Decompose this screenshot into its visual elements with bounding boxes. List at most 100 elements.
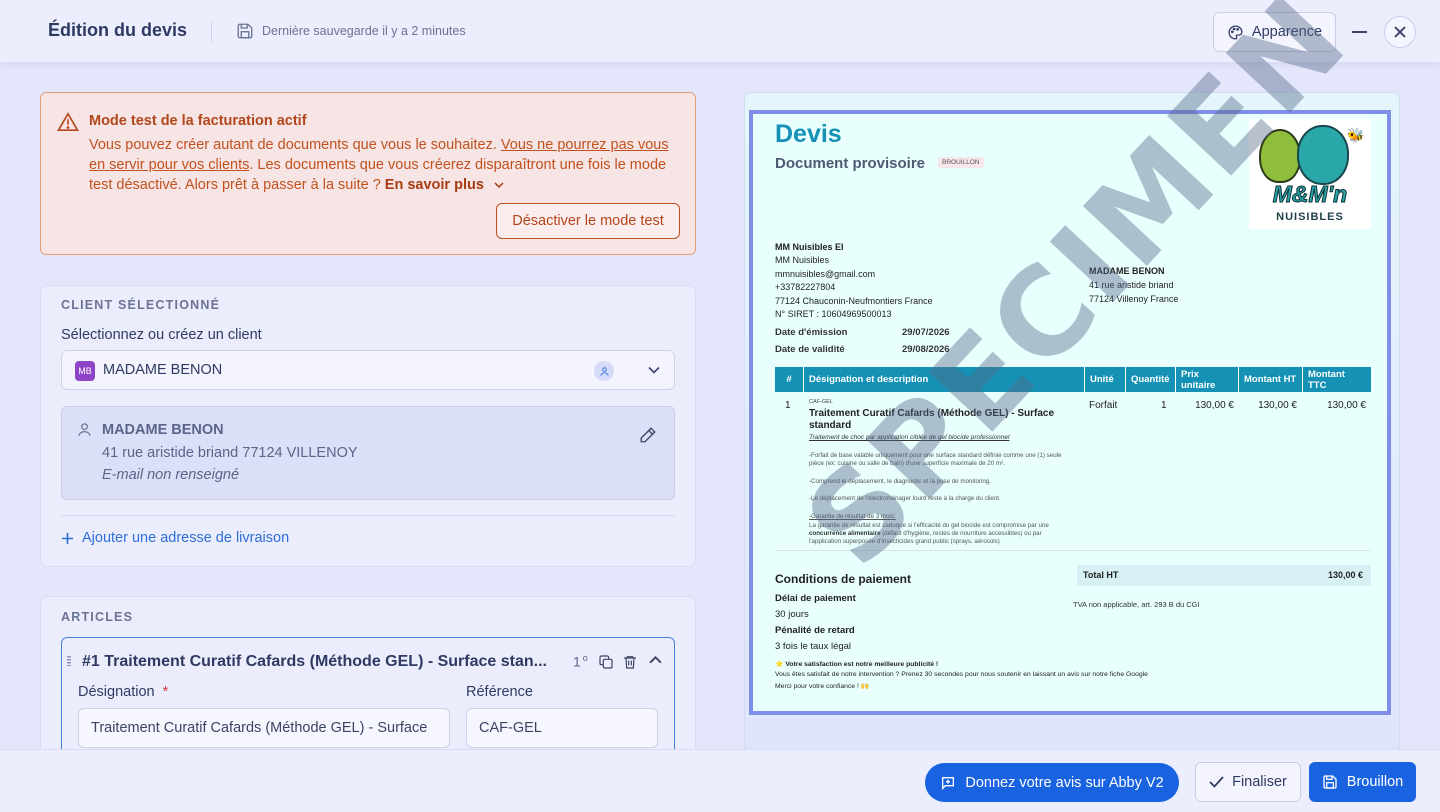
chevron-down-icon (494, 182, 504, 189)
logo-brand: M&M'n (1272, 181, 1348, 208)
alert-message: Vous pouvez créer autant de documents qu… (89, 135, 685, 195)
client-select-label: Sélectionnez ou créez un client (61, 327, 262, 343)
floppy-disk-icon (237, 23, 253, 39)
recipient-line: 41 rue aristide briand (1089, 280, 1174, 290)
row-desc: Traitement de choc par application ciblé… (809, 434, 1010, 441)
col-header: Montant HT (1239, 367, 1303, 392)
logo-tagline: NUISIBLES (1276, 211, 1344, 223)
designation-label: Désignation * (78, 684, 168, 700)
row-amount-ttc: 130,00 € (1327, 400, 1366, 411)
designation-label-text: Désignation (78, 684, 155, 700)
user-icon (78, 423, 91, 437)
close-icon (1394, 26, 1406, 38)
add-delivery-address-button[interactable]: Ajouter une adresse de livraison (61, 530, 289, 546)
close-button[interactable] (1384, 16, 1416, 48)
save-indicator: Dernière sauvegarde il y a 2 minutes (236, 22, 466, 40)
row-amount-ht: 130,00 € (1258, 400, 1297, 411)
footer-line: Vous êtes satisfait de notre interventio… (775, 671, 1148, 678)
article-item[interactable]: #1 Traitement Curatif Cafards (Méthode G… (61, 637, 675, 749)
add-delivery-label: Ajouter une adresse de livraison (82, 530, 290, 546)
tva-note: TVA non applicable, art. 293 B du CGI (1073, 600, 1200, 609)
chevron-down-icon[interactable] (648, 366, 660, 374)
pencil-icon[interactable] (639, 426, 657, 444)
appearance-button[interactable]: Apparence (1213, 12, 1336, 52)
row-desc-rest: (défaut d'hygiène, restes de nourriture … (880, 530, 1042, 537)
article-qty-unit: o (582, 653, 588, 663)
required-mark: * (162, 684, 169, 700)
row-desc: La garantie de résultat est caduque si l… (809, 522, 1049, 529)
sender-line: mmnuisibles@gmail.com (775, 269, 876, 279)
last-save-text: Dernière sauvegarde il y a 2 minutes (262, 24, 466, 38)
finalize-label: Finaliser (1232, 774, 1287, 790)
validity-date: 29/08/2026 (902, 344, 950, 355)
sender-line: +33782227804 (775, 282, 836, 292)
sender-line: MM Nuisibles (775, 255, 830, 265)
selected-client-value: MADAME BENON (103, 362, 223, 378)
table-divider (775, 550, 1371, 551)
row-title: Traitement Curatif Cafards (Méthode GEL)… (809, 408, 1055, 419)
total-ht-value: 130,00 € (1327, 570, 1363, 580)
client-section-label: CLIENT SÉLECTIONNÉ (61, 298, 221, 312)
article-title: #1 Traitement Curatif Cafards (Méthode G… (82, 653, 547, 670)
designation-input[interactable]: Traitement Curatif Cafards (Méthode GEL)… (78, 708, 450, 748)
client-select[interactable]: MB MADAME BENON (61, 350, 675, 390)
emission-date: 29/07/2026 (902, 327, 950, 338)
row-title: standard (809, 420, 852, 431)
footer-line: Merci pour votre confiance ! 🙌 (775, 683, 870, 690)
row-ref: CAF-GEL (809, 399, 833, 405)
row-desc: -Garantie de résultat de 3 mois: (809, 513, 896, 520)
articles-section: ARTICLES #1 Traitement Curatif Cafards (… (40, 596, 696, 749)
bottom-action-bar: Donnez votre avis sur Abby V2 Finaliser … (0, 749, 1440, 812)
col-header: Désignation et description (804, 367, 1085, 392)
client-avatar: MB (75, 361, 95, 381)
editor-panel[interactable]: Mode test de la facturation actif Vous p… (0, 63, 720, 749)
row-number: 1 (785, 400, 791, 411)
palette-icon (1228, 24, 1243, 40)
col-header: Quantité (1126, 367, 1176, 392)
row-desc: -Le déplacement de l'électroménager lour… (809, 495, 1001, 502)
mouse-mascot-icon (1297, 125, 1349, 185)
bee-icon: 🐝 (1347, 127, 1365, 143)
learn-more-label: En savoir plus (384, 177, 484, 193)
col-header: # (775, 367, 804, 392)
alert-title: Mode test de la facturation actif (89, 113, 307, 129)
col-header: Unité (1085, 367, 1126, 392)
row-desc: pièce (ex: cuisine ou salle de bain) d'u… (809, 460, 1005, 467)
sender-line: N° SIRET : 10604969500013 (775, 309, 892, 319)
reference-input[interactable]: CAF-GEL (466, 708, 658, 748)
floppy-disk-icon (1323, 775, 1337, 789)
copy-icon[interactable] (598, 654, 614, 670)
row-unit: Forfait (1089, 400, 1118, 411)
drag-handle-icon[interactable] (67, 656, 71, 666)
chevron-up-icon[interactable] (649, 656, 662, 664)
col-header: Prix unitaire (1176, 367, 1239, 392)
client-address: 41 rue aristide briand 77124 VILLENOY (102, 445, 358, 461)
minimize-icon[interactable] (1352, 31, 1367, 33)
client-section: CLIENT SÉLECTIONNÉ Sélectionnez ou créez… (40, 285, 696, 567)
recipient-line: MADAME BENON (1089, 266, 1165, 276)
payment-conditions-title: Conditions de paiement (775, 572, 912, 586)
row-unit-price: 130,00 € (1195, 400, 1234, 411)
check-icon (1209, 776, 1224, 788)
recipient-line: 77124 Villenoy France (1089, 294, 1179, 304)
top-bar: Édition du devis Dernière sauvegarde il … (0, 0, 1440, 63)
finalize-button[interactable]: Finaliser (1195, 762, 1301, 802)
doc-title: Devis (775, 120, 842, 148)
col-header: Montant TTC (1308, 368, 1345, 391)
reference-label: Référence (466, 684, 533, 700)
learn-more-link[interactable]: En savoir plus (385, 177, 504, 193)
draft-button[interactable]: Brouillon (1309, 762, 1416, 802)
client-name: MADAME BENON (102, 422, 224, 438)
article-qty: 1o (573, 653, 588, 670)
quote-document: Devis Document provisoire BROUILLON 🐝 M&… (749, 110, 1391, 715)
row-desc: l'application superposée d'insecticides … (809, 538, 1000, 545)
trash-icon[interactable] (622, 654, 638, 670)
test-mode-alert: Mode test de la facturation actif Vous p… (40, 92, 696, 255)
person-icon (594, 361, 614, 381)
row-desc: -Comprend le déplacement, le diagnostic … (809, 478, 991, 485)
feedback-button[interactable]: Donnez votre avis sur Abby V2 (925, 763, 1179, 802)
sender-line: 77124 Chauconin-Neufmontiers France (775, 296, 933, 306)
chat-plus-icon (942, 776, 955, 790)
feedback-label: Donnez votre avis sur Abby V2 (965, 774, 1164, 791)
deactivate-test-mode-button[interactable]: Désactiver le mode test (496, 203, 680, 239)
